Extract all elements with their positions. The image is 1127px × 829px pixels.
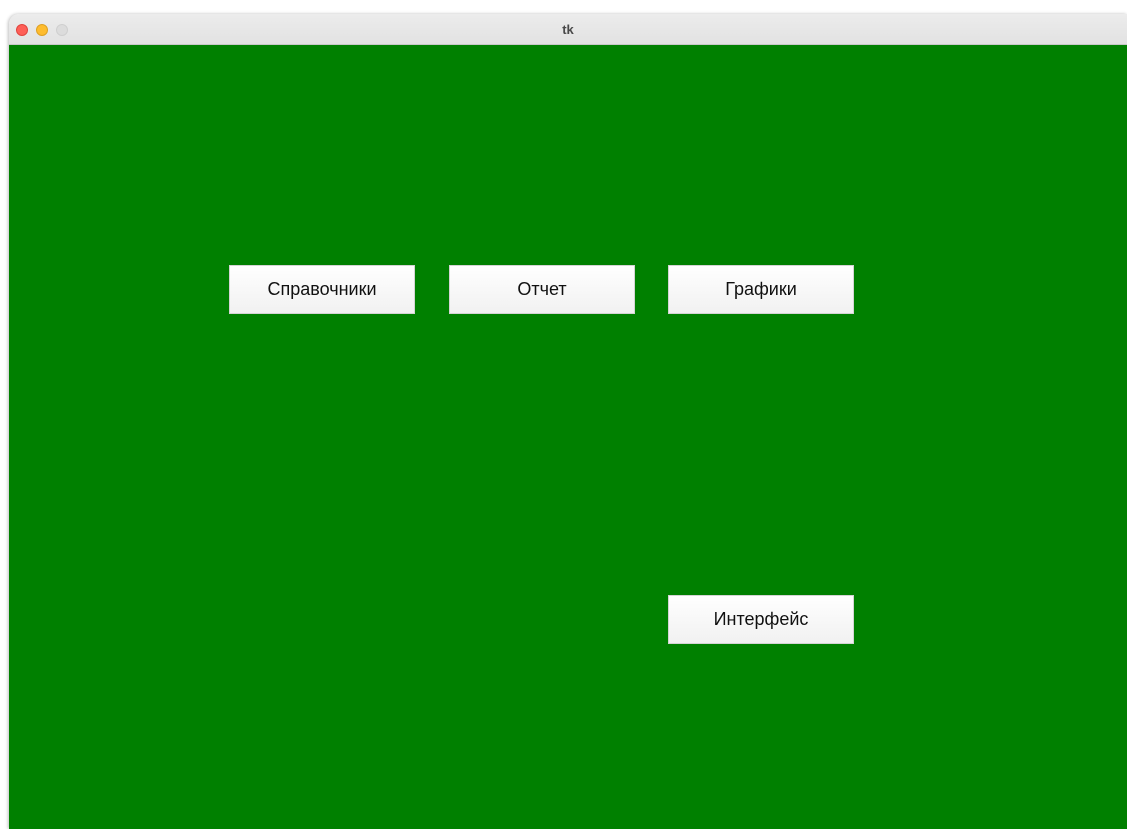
main-canvas: Справочники Отчет Графики Интерфейс — [9, 45, 1127, 829]
title-bar[interactable]: tk — [9, 14, 1127, 45]
interface-button[interactable]: Интерфейс — [668, 595, 854, 644]
directories-button[interactable]: Справочники — [229, 265, 415, 314]
window-title: tk — [562, 22, 574, 37]
app-window: tk Справочники Отчет Графики Интерфейс — [9, 14, 1127, 829]
charts-button[interactable]: Графики — [668, 265, 854, 314]
report-button[interactable]: Отчет — [449, 265, 635, 314]
